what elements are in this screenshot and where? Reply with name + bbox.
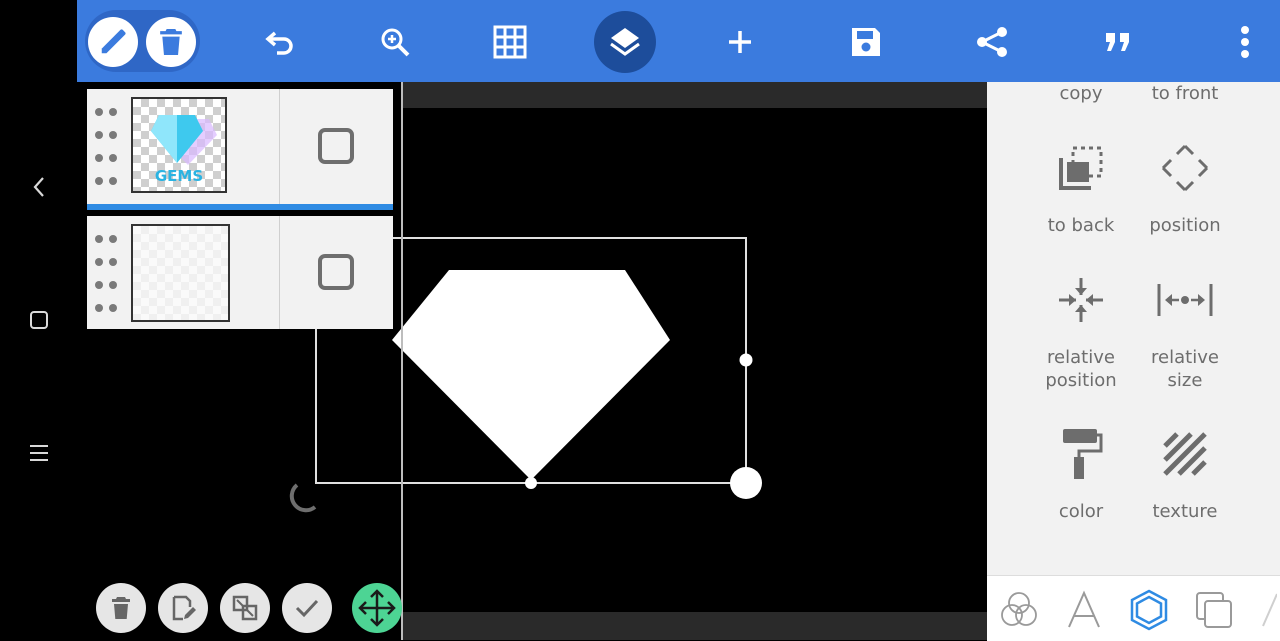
layer-thumbnail: GEMS	[131, 97, 227, 193]
position-label[interactable]: position	[1125, 214, 1245, 237]
back-chevron-icon[interactable]	[19, 167, 59, 207]
position-icon[interactable]	[1155, 138, 1215, 198]
edit-icon	[101, 29, 126, 54]
delete-layer-button[interactable]	[96, 583, 146, 633]
home-square-icon[interactable]	[19, 300, 59, 340]
relative-position-label[interactable]: relative position	[1021, 346, 1141, 392]
relative-size-icon[interactable]	[1155, 270, 1215, 330]
resize-handle-right[interactable]	[739, 353, 753, 367]
add-button[interactable]	[709, 11, 771, 73]
to-front-label[interactable]: to front	[1125, 82, 1245, 105]
svg-text:GEMS: GEMS	[155, 167, 203, 185]
system-nav-bar	[0, 0, 77, 640]
layers-button[interactable]	[594, 11, 656, 73]
zoom-in-icon	[381, 28, 410, 57]
resize-handle-corner[interactable]	[730, 467, 762, 499]
zoom-button[interactable]	[364, 11, 426, 73]
edit-layer-icon	[172, 595, 196, 621]
layer-item[interactable]: GEMS	[87, 89, 393, 210]
to-back-icon[interactable]	[1051, 138, 1111, 198]
grid-button[interactable]	[479, 11, 541, 73]
undo-icon	[265, 31, 293, 55]
text-icon	[1068, 590, 1100, 628]
rotate-handle[interactable]	[289, 483, 317, 513]
color-label[interactable]: color	[1021, 500, 1141, 523]
gems-logo-image: GEMS	[151, 115, 217, 185]
texture-label[interactable]: texture	[1125, 500, 1245, 523]
layer-item[interactable]	[87, 216, 393, 329]
layer-visibility-checkbox[interactable]	[318, 128, 354, 164]
move-icon	[358, 589, 396, 627]
shape-icon	[1130, 589, 1168, 631]
merge-icon	[232, 595, 258, 621]
menu-lines-icon[interactable]	[19, 433, 59, 473]
shape-tab[interactable]	[1125, 586, 1173, 634]
to-back-label[interactable]: to back	[1021, 214, 1141, 237]
transform-options-panel: copy to front to back position relative …	[987, 82, 1280, 575]
quote-icon	[1106, 33, 1129, 51]
copy-label[interactable]: copy	[1021, 82, 1141, 105]
edit-layer-button[interactable]	[158, 583, 208, 633]
share-icon	[977, 27, 1007, 57]
blend-icon	[1001, 592, 1037, 626]
relative-position-icon[interactable]	[1051, 270, 1111, 330]
canvas-area[interactable]: GEMS	[77, 82, 987, 640]
layer-visibility-checkbox[interactable]	[318, 254, 354, 290]
scroll-hint	[1259, 590, 1278, 630]
add-icon	[729, 31, 751, 53]
grid-icon	[493, 25, 527, 59]
more-button[interactable]	[1214, 11, 1276, 73]
delete-icon	[112, 597, 130, 619]
save-icon	[852, 28, 880, 56]
check-icon	[295, 599, 319, 618]
text-tab[interactable]	[1060, 586, 1108, 634]
share-button[interactable]	[961, 11, 1023, 73]
undo-button[interactable]	[249, 11, 311, 73]
layer-selected-indicator	[87, 204, 393, 210]
diamond-shape[interactable]	[392, 270, 670, 480]
resize-handle-bottom[interactable]	[525, 477, 537, 489]
save-button[interactable]	[835, 11, 897, 73]
layers-icon	[610, 28, 640, 56]
move-button[interactable]	[352, 583, 402, 633]
confirm-button[interactable]	[282, 583, 332, 633]
panel-tab-bar	[987, 575, 1280, 641]
quote-button[interactable]	[1087, 11, 1149, 73]
texture-icon[interactable]	[1155, 424, 1215, 484]
top-toolbar	[77, 0, 1280, 82]
edit-button[interactable]	[88, 17, 138, 67]
shadow-icon[interactable]	[1051, 556, 1111, 575]
layers-duplicate-icon	[1196, 592, 1232, 628]
relative-size-label[interactable]: relative size	[1125, 346, 1245, 392]
adjust-icon[interactable]	[1155, 556, 1215, 575]
panel-divider[interactable]	[401, 82, 403, 640]
layer-thumbnail	[131, 224, 230, 322]
more-vertical-icon	[1241, 26, 1249, 58]
blend-tab[interactable]	[995, 586, 1043, 634]
duplicate-tab[interactable]	[1190, 586, 1238, 634]
delete-icon	[160, 29, 182, 55]
delete-button[interactable]	[146, 17, 196, 67]
merge-layer-button[interactable]	[220, 583, 270, 633]
color-roller-icon[interactable]	[1051, 424, 1111, 484]
